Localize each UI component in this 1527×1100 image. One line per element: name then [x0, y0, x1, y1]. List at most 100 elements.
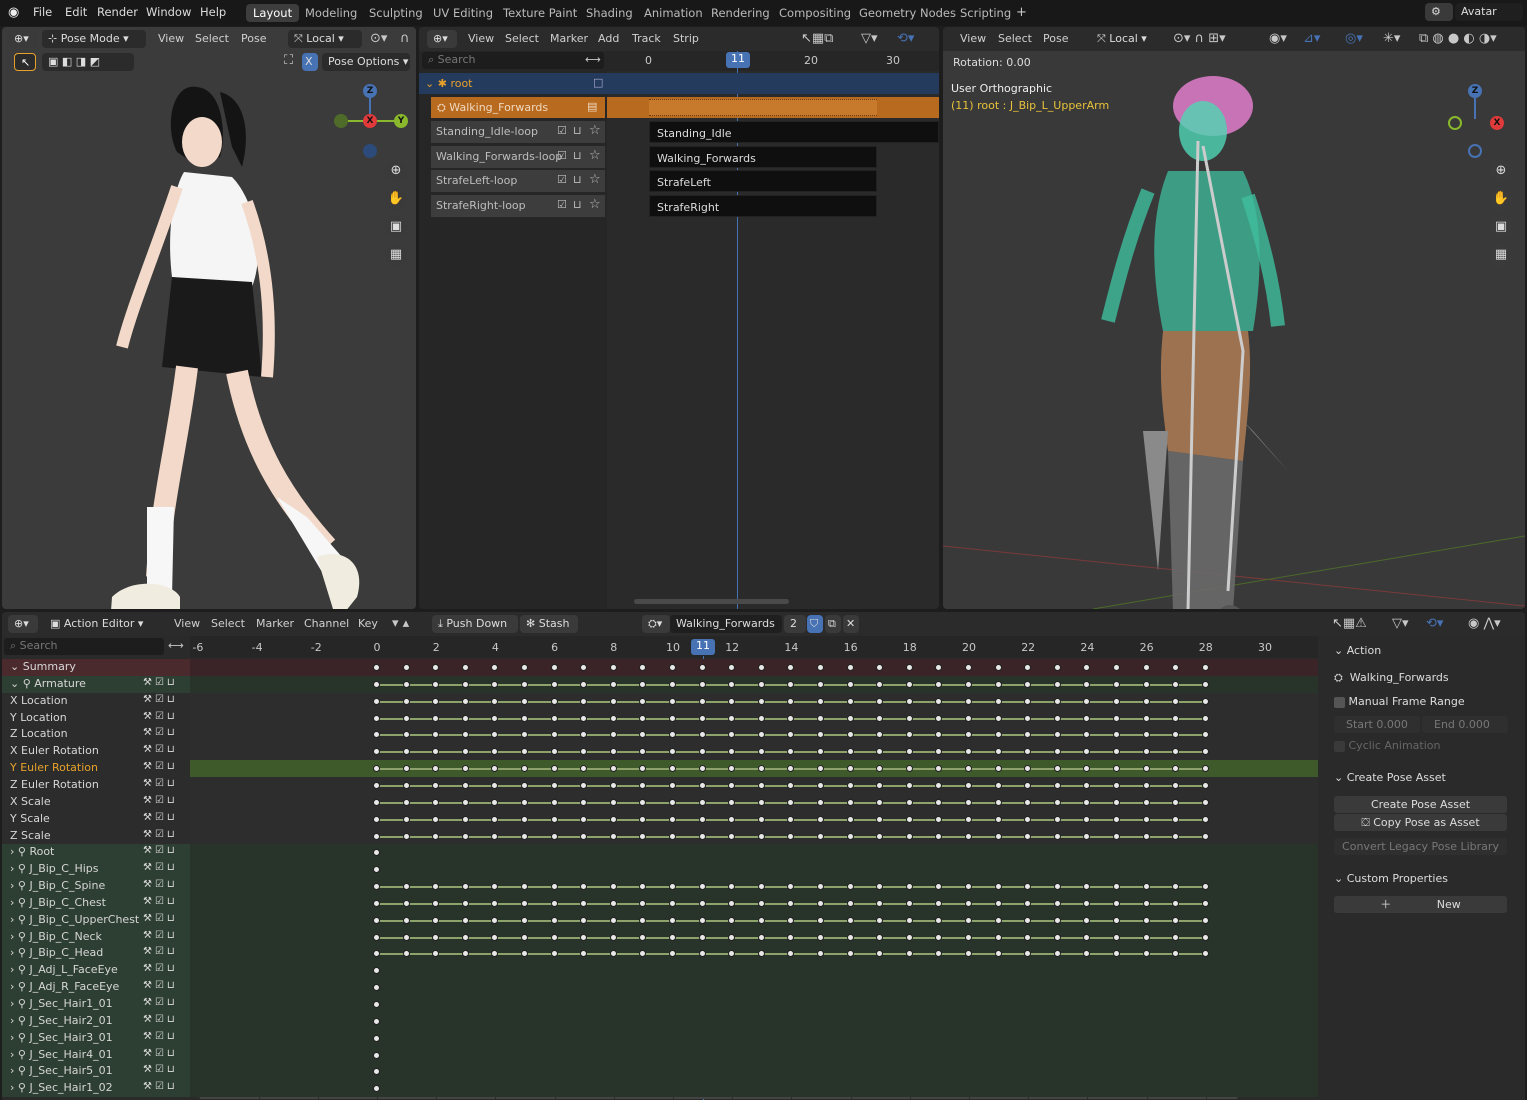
- keyframe[interactable]: [965, 950, 972, 958]
- channel-j-sec-hair4-01[interactable]: › ⚲ J_Sec_Hair4_01 ⚒☑⊔: [2, 1046, 190, 1064]
- pose-asset-header[interactable]: ⌄ Create Pose Asset: [1326, 766, 1515, 789]
- keyframe-row[interactable]: [190, 894, 1318, 912]
- keyframe[interactable]: [1172, 748, 1180, 756]
- keyframe[interactable]: [935, 697, 943, 705]
- keyframe[interactable]: [491, 899, 499, 907]
- workspace-tab-scripting[interactable]: Scripting: [953, 4, 1018, 22]
- channel-controls-icon[interactable]: ⚒☑⊔: [143, 1064, 178, 1075]
- keyframe[interactable]: [491, 731, 499, 739]
- keyframe[interactable]: [669, 714, 676, 722]
- nla-editor[interactable]: ⊕▾ View Select Marker Add Track Strip ↖▦…: [419, 27, 939, 609]
- x-mirror-toggle[interactable]: X: [302, 53, 318, 71]
- keyframe-row[interactable]: [190, 844, 1318, 862]
- keyframe[interactable]: [639, 748, 647, 756]
- keyframe[interactable]: [1113, 765, 1120, 773]
- keyframe[interactable]: [402, 731, 410, 739]
- keyframe[interactable]: [728, 933, 736, 941]
- keyframe[interactable]: [550, 832, 558, 840]
- keyframe[interactable]: [1083, 697, 1091, 705]
- nla-root-row[interactable]: ⌄ ✱ root □: [419, 73, 607, 94]
- keyframe[interactable]: [817, 933, 824, 941]
- keyframe-row[interactable]: [190, 1012, 1318, 1030]
- channel-j-adj-l-faceeye[interactable]: › ⚲ J_Adj_L_FaceEye ⚒☑⊔: [2, 962, 190, 980]
- keyframe[interactable]: [550, 781, 558, 789]
- nla-track-solo-star-icon[interactable]: ☆: [589, 123, 601, 138]
- keyframe[interactable]: [876, 781, 884, 789]
- keyframe[interactable]: [965, 916, 972, 924]
- keyframe[interactable]: [935, 798, 943, 806]
- channel-controls-icon[interactable]: ⚒☑⊔: [143, 997, 178, 1008]
- keyframe[interactable]: [1201, 933, 1209, 941]
- keyframe[interactable]: [580, 883, 588, 891]
- keyframe[interactable]: [609, 731, 617, 739]
- keyframe[interactable]: [639, 765, 647, 773]
- menu-render[interactable]: Render: [97, 5, 138, 19]
- keyframe[interactable]: [373, 765, 380, 773]
- keyframe[interactable]: [461, 950, 469, 958]
- keyframe[interactable]: [817, 883, 824, 891]
- vr-menu-view[interactable]: View: [960, 32, 986, 45]
- keyframe[interactable]: [580, 664, 588, 671]
- keyframe[interactable]: [521, 815, 528, 823]
- keyframe[interactable]: [1053, 798, 1061, 806]
- keyframe[interactable]: [905, 832, 913, 840]
- keyframe[interactable]: [1201, 680, 1209, 688]
- keyframe[interactable]: [609, 933, 617, 941]
- channel-controls-icon[interactable]: ⚒☑⊔: [143, 744, 178, 755]
- keyframe[interactable]: [432, 950, 440, 958]
- channel-j-bip-c-hips[interactable]: › ⚲ J_Bip_C_Hips ⚒☑⊔: [2, 861, 190, 879]
- pose-options-button[interactable]: Pose Options ▾: [322, 53, 410, 71]
- keyframe[interactable]: [402, 680, 410, 688]
- keyframe[interactable]: [1172, 883, 1180, 891]
- keyframe[interactable]: [1172, 933, 1180, 941]
- vr-transform-orientation[interactable]: ⤧ Local ▾: [1091, 30, 1163, 48]
- keyframe[interactable]: [432, 731, 440, 739]
- copy-pose-as-asset-button[interactable]: ⛋ Copy Pose as Asset: [1334, 814, 1507, 831]
- keyframe[interactable]: [609, 781, 617, 789]
- keyframe[interactable]: [994, 883, 1002, 891]
- keyframe[interactable]: [1201, 798, 1209, 806]
- keyframe-row[interactable]: [190, 709, 1318, 727]
- keyframe[interactable]: [580, 781, 588, 789]
- keyframe[interactable]: [1142, 714, 1150, 722]
- keyframe[interactable]: [402, 748, 410, 756]
- keyframe[interactable]: [1083, 798, 1091, 806]
- cyclic-checkbox[interactable]: Cyclic Animation: [1334, 739, 1440, 752]
- keyframe[interactable]: [965, 765, 972, 773]
- keyframe[interactable]: [757, 697, 765, 705]
- keyframe[interactable]: [1201, 714, 1209, 722]
- keyframe[interactable]: [817, 798, 824, 806]
- channel-j-bip-c-chest[interactable]: › ⚲ J_Bip_C_Chest ⚒☑⊔: [2, 894, 190, 912]
- keyframe[interactable]: [994, 916, 1002, 924]
- nla-track-lock-icon[interactable]: ⊔: [573, 198, 582, 211]
- keyframe[interactable]: [521, 765, 528, 773]
- vr-gizmo-icon[interactable]: ⊿▾: [1303, 31, 1320, 47]
- keyframe[interactable]: [1142, 781, 1150, 789]
- keyframe[interactable]: [639, 916, 647, 924]
- workspace-tab-rendering[interactable]: Rendering: [704, 4, 777, 22]
- keyframe[interactable]: [1053, 916, 1061, 924]
- keyframe[interactable]: [698, 883, 706, 891]
- keyframe[interactable]: [1172, 731, 1180, 739]
- nla-strip-3[interactable]: StrafeRight: [649, 194, 877, 217]
- ae-menu-view[interactable]: View: [174, 617, 200, 630]
- keyframe[interactable]: [432, 815, 440, 823]
- keyframe[interactable]: [905, 916, 913, 924]
- start-field[interactable]: Start 0.000: [1334, 716, 1420, 733]
- fake-user-icon[interactable]: ⛉: [807, 615, 823, 633]
- keyframe[interactable]: [669, 916, 676, 924]
- keyframe[interactable]: [580, 899, 588, 907]
- keyframe[interactable]: [580, 832, 588, 840]
- keyframe[interactable]: [461, 798, 469, 806]
- vr-grid-icon[interactable]: ▦: [1490, 244, 1512, 266]
- keyframe[interactable]: [935, 832, 943, 840]
- keyframe[interactable]: [521, 781, 528, 789]
- keyframe[interactable]: [402, 832, 410, 840]
- keyframe[interactable]: [402, 950, 410, 958]
- keyframe[interactable]: [1024, 714, 1032, 722]
- keyframe[interactable]: [461, 815, 469, 823]
- keyframe-row[interactable]: [190, 810, 1318, 828]
- channel-j-adj-r-faceeye[interactable]: › ⚲ J_Adj_R_FaceEye ⚒☑⊔: [2, 979, 190, 997]
- convert-legacy-button[interactable]: Convert Legacy Pose Library: [1334, 838, 1507, 855]
- channel-x-euler-rotation[interactable]: X Euler Rotation ⚒☑⊔: [2, 743, 190, 761]
